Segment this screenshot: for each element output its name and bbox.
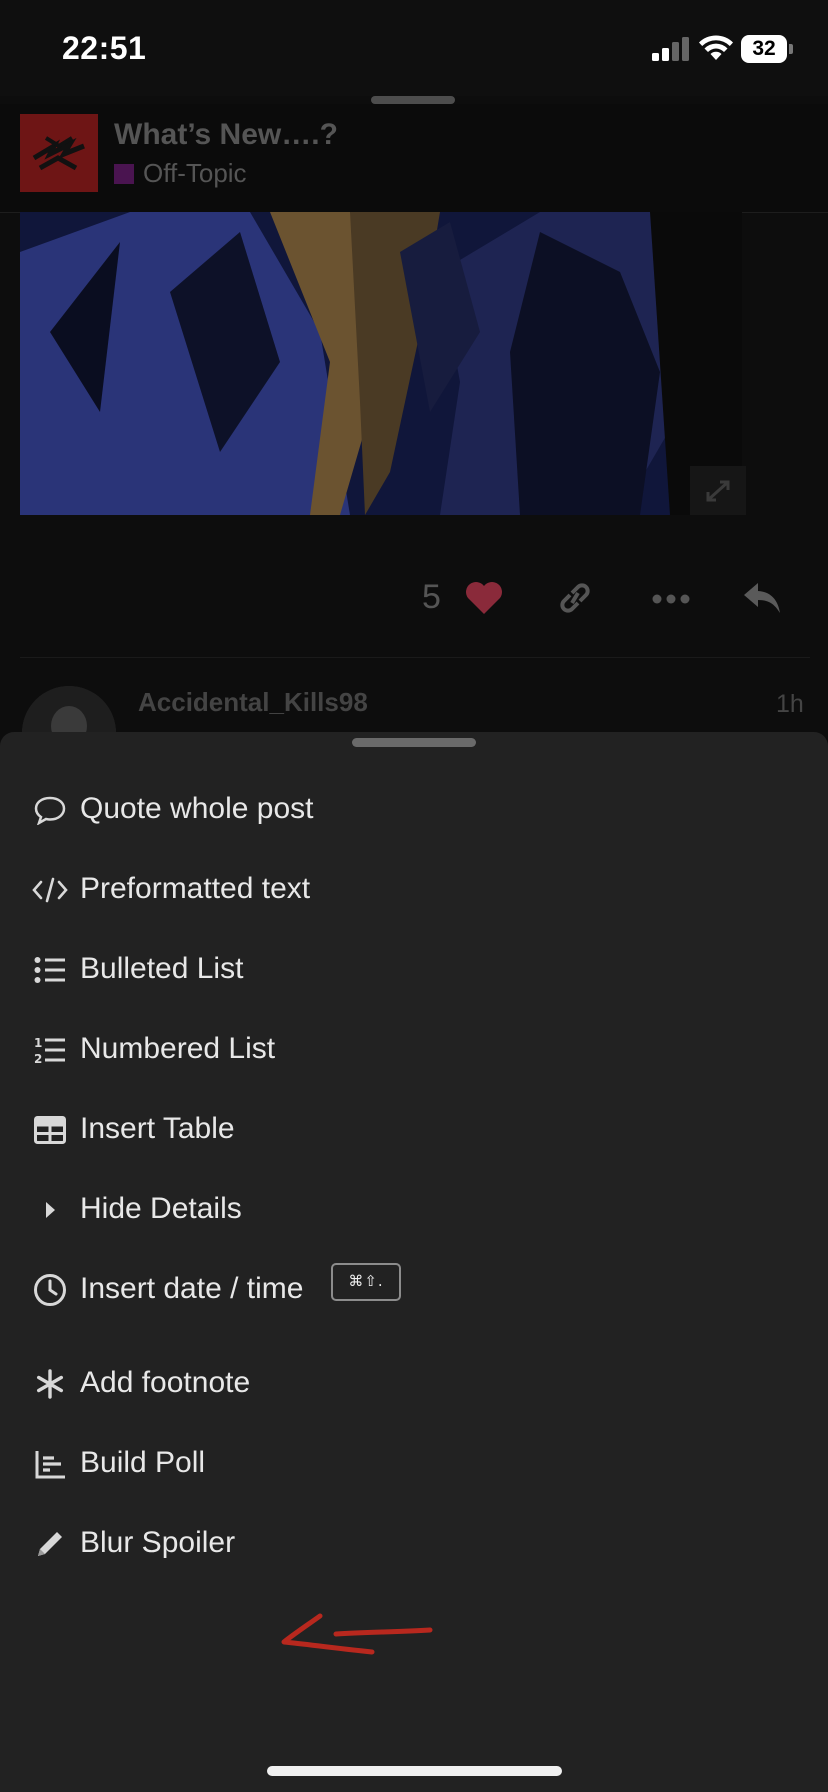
menu-item-add-footnote[interactable]: Add footnote [0,1344,828,1424]
category-swatch [114,163,134,184]
red-arrow-annotation [281,1613,433,1655]
menu-item-quote-whole-post[interactable]: Quote whole post [0,770,828,850]
menu-item-label: Add footnote [80,1366,251,1399]
asterisk-icon [30,1364,70,1404]
battery-level: 32 [741,35,787,63]
post-actions: 5 [20,515,810,658]
table-icon [30,1110,70,1150]
topic-logo [20,114,98,192]
status-time: 22:51 [62,30,147,66]
battery-indicator: 32 [741,35,793,63]
like-count: 5 [422,578,441,616]
menu-item-label: Insert Table [80,1112,235,1145]
menu-item-label: Bulleted List [80,952,244,985]
topic-header[interactable]: What’s New….? Off-Topic [0,104,828,213]
topic-title: What’s New….? [114,118,338,151]
topic-category[interactable]: Off-Topic [114,158,247,189]
numbered-list-icon: 12 [30,1030,70,1070]
menu-item-hide-details[interactable]: Hide Details [0,1170,828,1250]
menu-item-insert-table[interactable]: Insert Table [0,1090,828,1170]
expand-icon [706,480,730,502]
menu-item-build-poll[interactable]: Build Poll [0,1424,828,1504]
home-indicator[interactable] [267,1766,562,1776]
menu-item-preformatted-text[interactable]: Preformatted text [0,850,828,930]
more-icon[interactable] [652,593,690,605]
options-sheet: Quote whole post Preformatted text Bulle… [0,732,828,1792]
keyboard-shortcut-badge: ⌘⇧. [331,1263,401,1301]
caret-right-icon [30,1190,70,1230]
code-icon [30,870,70,910]
post-artwork [20,212,742,515]
post-username[interactable]: Accidental_Kills98 [138,687,368,718]
status-bar: 22:51 32 [0,0,828,96]
clock-icon [30,1270,70,1310]
battery-nub [789,44,793,54]
speech-bubble-icon [30,790,70,830]
menu-item-label: Blur Spoiler [80,1526,236,1559]
menu-item-label: Hide Details [80,1192,242,1225]
post-timestamp: 1h [776,690,804,718]
link-icon[interactable] [556,581,594,615]
expand-image-button[interactable] [690,466,746,516]
category-label: Off-Topic [143,158,247,188]
topic-drag-handle[interactable] [371,96,455,104]
pencil-icon [30,1524,70,1564]
heart-icon[interactable] [464,580,504,616]
menu-item-label: Numbered List [80,1032,276,1065]
menu-item-label: Preformatted text [80,872,311,905]
sheet-drag-handle[interactable] [352,738,476,747]
menu-item-insert-date-time[interactable]: Insert date / time ⌘⇧. [0,1250,828,1330]
svg-text:1: 1 [34,1036,42,1050]
svg-text:2: 2 [34,1052,42,1065]
menu-item-blur-spoiler[interactable]: Blur Spoiler [0,1504,828,1584]
post-image[interactable] [20,212,742,515]
signal-icon [652,37,689,61]
hitman-logo-icon [32,136,85,171]
reply-icon[interactable] [742,581,782,615]
menu-item-label: Quote whole post [80,792,314,825]
menu-item-label: Insert date / time [80,1272,304,1305]
menu-item-numbered-list[interactable]: 12 Numbered List [0,1010,828,1090]
chart-icon [30,1444,70,1484]
menu-item-bulleted-list[interactable]: Bulleted List [0,930,828,1010]
bulleted-list-icon [30,950,70,990]
menu-item-label: Build Poll [80,1446,206,1479]
wifi-icon [699,35,733,60]
